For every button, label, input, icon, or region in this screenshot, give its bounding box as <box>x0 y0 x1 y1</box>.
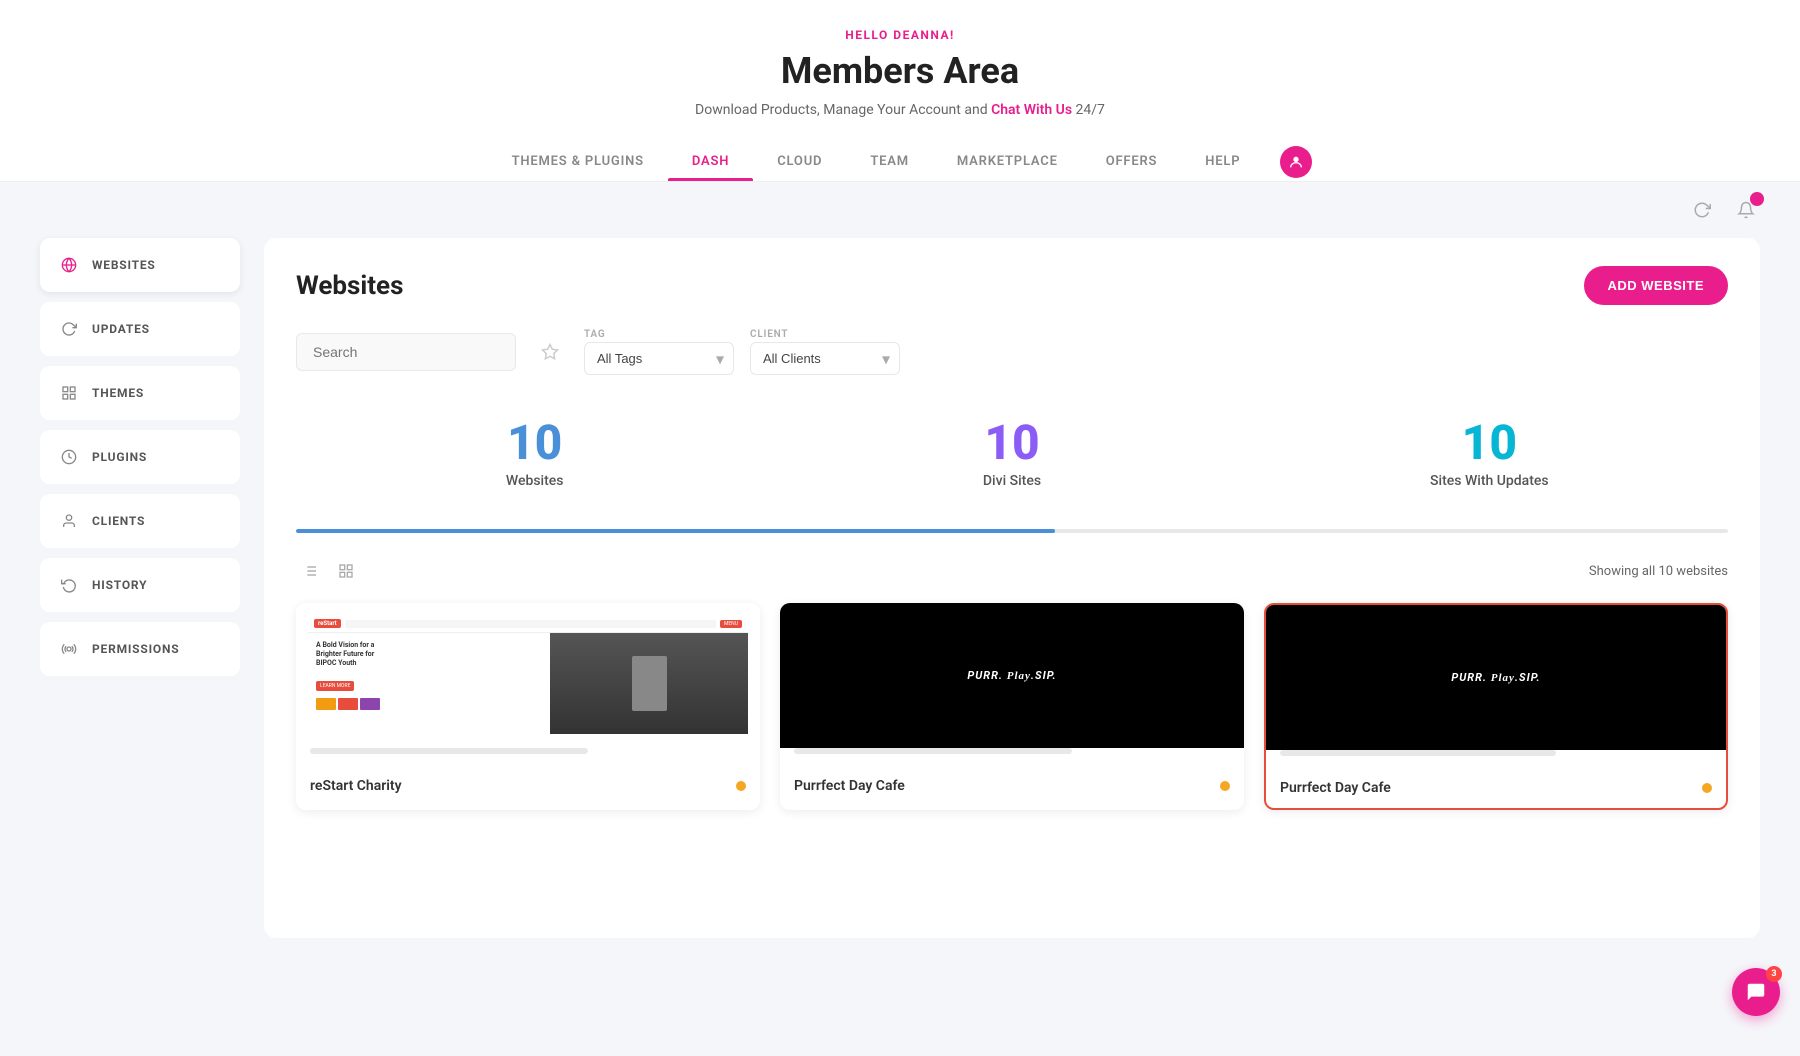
header: HELLO DEANNA! Members Area Download Prod… <box>0 0 1800 182</box>
stat-sites-updates: 10 Sites With Updates <box>1251 403 1728 505</box>
tag-filter-group: TAG All Tags <box>584 329 734 375</box>
client-select[interactable]: All Clients <box>750 342 900 375</box>
card-thumbnail-purrfect2: PURR. Play.SIP. <box>1266 605 1726 750</box>
card-name-restart: reStart Charity <box>310 778 402 794</box>
stat-updates-number: 10 <box>1267 419 1712 467</box>
stats-row: 10 Websites 10 Divi Sites 10 Sites With … <box>296 403 1728 505</box>
client-filter-label: CLIENT <box>750 329 900 340</box>
filters-row: TAG All Tags CLIENT All Clients <box>296 329 1728 375</box>
sidebar-item-updates[interactable]: UPDATES <box>40 302 240 356</box>
list-view-icon[interactable] <box>296 557 324 585</box>
card-status-dot-purrfect1 <box>1220 781 1230 791</box>
content-area: Websites ADD WEBSITE TAG All Tags CLIENT <box>264 238 1760 938</box>
card-footer-purrfect2: Purrfect Day Cafe <box>1266 768 1726 808</box>
chat-bubble[interactable]: 3 <box>1732 968 1780 1016</box>
notification-badge <box>1750 192 1764 206</box>
tab-offers[interactable]: OFFERS <box>1082 142 1182 181</box>
grid-view-icon[interactable] <box>332 557 360 585</box>
tab-themes-plugins[interactable]: THEMES & PLUGINS <box>488 142 668 181</box>
client-select-wrapper: All Clients <box>750 342 900 375</box>
sidebar-item-label: PLUGINS <box>92 450 147 464</box>
tab-team[interactable]: TEAM <box>846 142 933 181</box>
showing-text: Showing all 10 websites <box>1589 564 1728 579</box>
main-layout: WEBSITES UPDATES THEMES PLUGINS CLIENTS <box>0 238 1800 978</box>
favorites-star-button[interactable] <box>532 334 568 370</box>
card-url-bar-2 <box>794 748 1072 754</box>
chat-link[interactable]: Chat With Us <box>991 102 1072 118</box>
nav-tabs: THEMES & PLUGINS DASH CLOUD TEAM MARKETP… <box>488 142 1313 181</box>
card-footer-restart: reStart Charity <box>296 766 760 806</box>
client-filter-group: CLIENT All Clients <box>750 329 900 375</box>
subtitle: Download Products, Manage Your Account a… <box>0 102 1800 118</box>
card-thumbnail-restart: reStart MENU A Bold Vision for aBrighter… <box>296 603 760 748</box>
sidebar-item-plugins[interactable]: PLUGINS <box>40 430 240 484</box>
website-card-purrfect2[interactable]: PURR. Play.SIP. Purrfect Day Cafe <box>1264 603 1728 810</box>
globe-icon <box>58 254 80 276</box>
updates-icon <box>58 318 80 340</box>
sidebar-item-permissions[interactable]: PERMISSIONS <box>40 622 240 676</box>
tag-filter-label: TAG <box>584 329 734 340</box>
sidebar-item-label: CLIENTS <box>92 514 145 528</box>
search-input[interactable] <box>296 333 516 371</box>
add-website-button[interactable]: ADD WEBSITE <box>1584 266 1729 305</box>
content-header: Websites ADD WEBSITE <box>296 266 1728 305</box>
tab-dash[interactable]: DASH <box>668 142 753 181</box>
sidebar-item-label: HISTORY <box>92 578 147 592</box>
sidebar-item-history[interactable]: HISTORY <box>40 558 240 612</box>
sidebar-item-themes[interactable]: THEMES <box>40 366 240 420</box>
tab-cloud[interactable]: CLOUD <box>753 142 846 181</box>
progress-bar <box>296 529 1728 533</box>
sidebar-item-clients[interactable]: CLIENTS <box>40 494 240 548</box>
card-status-dot-purrfect2 <box>1702 783 1712 793</box>
card-url-bar-3 <box>1280 750 1556 756</box>
stat-websites-label: Websites <box>312 473 757 489</box>
clients-icon <box>58 510 80 532</box>
websites-grid: reStart MENU A Bold Vision for aBrighter… <box>296 603 1728 810</box>
chat-badge: 3 <box>1766 966 1782 982</box>
card-url-bar <box>310 748 588 754</box>
themes-icon <box>58 382 80 404</box>
stat-websites: 10 Websites <box>296 403 773 505</box>
view-icons <box>296 557 360 585</box>
stat-divi-label: Divi Sites <box>789 473 1234 489</box>
sidebar-item-websites[interactable]: WEBSITES <box>40 238 240 292</box>
page-title: Members Area <box>0 50 1800 92</box>
stat-websites-number: 10 <box>312 419 757 467</box>
subtitle-text-before: Download Products, Manage Your Account a… <box>695 102 991 118</box>
toolbar <box>0 182 1800 238</box>
website-card-purrfect1[interactable]: PURR. Play.SIP. Purrfect Day Cafe <box>780 603 1244 810</box>
card-footer-purrfect1: Purrfect Day Cafe <box>780 766 1244 806</box>
hello-greeting: HELLO DEANNA! <box>0 28 1800 42</box>
sidebar-item-label: WEBSITES <box>92 258 156 272</box>
sidebar-item-label: THEMES <box>92 386 144 400</box>
subtitle-text-after: 24/7 <box>1076 102 1105 118</box>
avatar[interactable] <box>1280 146 1312 178</box>
history-icon <box>58 574 80 596</box>
nav-tabs-container: THEMES & PLUGINS DASH CLOUD TEAM MARKETP… <box>0 142 1800 181</box>
view-row: Showing all 10 websites <box>296 557 1728 585</box>
plugins-icon <box>58 446 80 468</box>
tab-help[interactable]: HELP <box>1181 142 1264 181</box>
tab-marketplace[interactable]: MARKETPLACE <box>933 142 1082 181</box>
stat-updates-label: Sites With Updates <box>1267 473 1712 489</box>
sidebar-item-label: PERMISSIONS <box>92 642 179 656</box>
content-title: Websites <box>296 271 403 301</box>
stat-divi-sites: 10 Divi Sites <box>773 403 1250 505</box>
stat-divi-number: 10 <box>789 419 1234 467</box>
card-status-dot-restart <box>736 781 746 791</box>
card-name-purrfect2: Purrfect Day Cafe <box>1280 780 1391 796</box>
tag-select-wrapper: All Tags <box>584 342 734 375</box>
card-thumbnail-purrfect1: PURR. Play.SIP. <box>780 603 1244 748</box>
sidebar: WEBSITES UPDATES THEMES PLUGINS CLIENTS <box>40 238 240 938</box>
tag-select[interactable]: All Tags <box>584 342 734 375</box>
notification-bell-icon[interactable] <box>1732 196 1760 224</box>
permissions-icon <box>58 638 80 660</box>
card-name-purrfect1: Purrfect Day Cafe <box>794 778 905 794</box>
refresh-icon[interactable] <box>1688 196 1716 224</box>
sidebar-item-label: UPDATES <box>92 322 150 336</box>
website-card-restart[interactable]: reStart MENU A Bold Vision for aBrighter… <box>296 603 760 810</box>
restart-mock-content: reStart MENU A Bold Vision for aBrighter… <box>296 603 760 748</box>
progress-fill <box>296 529 1055 533</box>
